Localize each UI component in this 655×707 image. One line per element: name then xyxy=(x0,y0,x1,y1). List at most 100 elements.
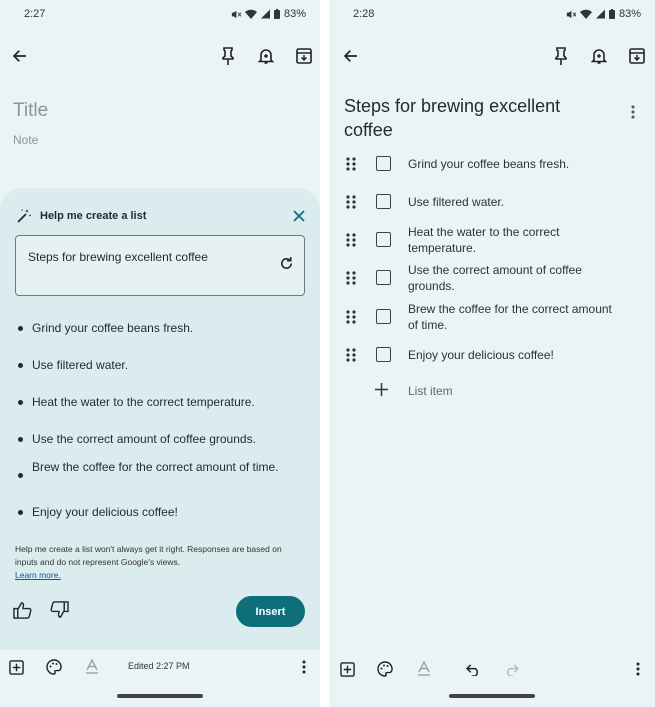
back-arrow-icon xyxy=(343,50,357,62)
item-text[interactable]: Heat the water to the correct temperatur… xyxy=(408,224,618,256)
drag-handle-icon[interactable] xyxy=(346,348,356,362)
pin-button[interactable] xyxy=(549,44,573,68)
battery-icon xyxy=(273,9,280,19)
edited-timestamp: Edited 2:27 PM xyxy=(128,661,190,671)
add-list-item-button[interactable] xyxy=(374,382,389,402)
drag-handle-icon[interactable] xyxy=(346,233,356,247)
note-title[interactable]: Steps for brewing excellent coffee xyxy=(344,94,594,142)
home-indicator[interactable] xyxy=(117,694,203,698)
suggestion-text: Grind your coffee beans fresh. xyxy=(32,321,194,335)
checkbox-icon[interactable] xyxy=(376,309,391,324)
suggestion-text: Heat the water to the correct temperatur… xyxy=(32,395,255,409)
close-panel-button[interactable] xyxy=(287,204,311,228)
reminder-button[interactable] xyxy=(254,44,278,68)
more-vert-icon xyxy=(636,662,640,676)
bullet xyxy=(18,473,23,478)
drag-handle-icon[interactable] xyxy=(346,310,356,324)
regenerate-button[interactable] xyxy=(279,256,294,276)
thumbs-down-icon xyxy=(50,601,69,618)
reminder-button[interactable] xyxy=(587,44,611,68)
pin-button[interactable] xyxy=(216,44,240,68)
bottom-toolbar: Edited 2:27 PM xyxy=(0,655,320,681)
item-text[interactable]: Brew the coffee for the correct amount o… xyxy=(408,301,618,333)
archive-button[interactable] xyxy=(625,44,649,68)
bullet xyxy=(18,437,23,442)
suggestion-text: Use the correct amount of coffee grounds… xyxy=(32,432,256,446)
top-app-bar xyxy=(0,44,320,72)
undo-button[interactable] xyxy=(461,657,485,681)
title-input[interactable]: Title xyxy=(13,100,48,122)
drag-handle-icon[interactable] xyxy=(346,157,356,171)
checkbox-icon[interactable] xyxy=(376,194,391,209)
home-indicator[interactable] xyxy=(449,694,535,698)
palette-icon xyxy=(46,659,62,675)
bullet xyxy=(18,326,23,331)
battery-level: 83% xyxy=(283,8,306,20)
signal-icon xyxy=(260,9,270,19)
redo-button[interactable] xyxy=(499,657,523,681)
sparkle-pen-icon xyxy=(17,209,32,223)
checkbox-icon[interactable] xyxy=(376,232,391,247)
text-format-icon xyxy=(418,661,430,676)
more-options-button[interactable] xyxy=(292,655,316,679)
drag-handle-icon[interactable] xyxy=(346,195,356,209)
undo-icon xyxy=(465,663,478,676)
text-format-icon xyxy=(86,659,98,674)
redo-icon xyxy=(506,663,519,676)
wifi-icon xyxy=(579,9,592,19)
wifi-icon xyxy=(244,9,257,19)
system-icons: 83% xyxy=(230,8,306,20)
archive-button[interactable] xyxy=(292,44,316,68)
status-bar: 2:27 83% xyxy=(0,8,320,24)
insert-button[interactable]: Insert xyxy=(236,596,305,627)
text-format-button[interactable] xyxy=(412,657,436,681)
add-box-icon xyxy=(339,661,355,677)
suggestion-text: Enjoy your delicious coffee! xyxy=(32,505,178,519)
text-format-button[interactable] xyxy=(80,655,104,679)
background-options-button[interactable] xyxy=(373,657,397,681)
panel-header: Help me create a list xyxy=(16,208,146,224)
help-me-create-list-panel: Help me create a list Steps for brewing … xyxy=(0,188,320,650)
disclaimer-text: Help me create a list won't always get i… xyxy=(15,544,282,567)
add-box-icon xyxy=(8,659,24,675)
right-screen: 2:28 83% Steps for brewing excellent cof… xyxy=(329,0,655,707)
thumbs-up-button[interactable] xyxy=(13,601,32,624)
back-button[interactable] xyxy=(339,44,363,68)
add-list-item-label[interactable]: List item xyxy=(408,384,453,398)
status-time: 2:27 xyxy=(24,8,46,20)
prompt-input[interactable]: Steps for brewing excellent coffee xyxy=(15,235,305,296)
close-icon xyxy=(293,210,305,222)
more-vert-icon xyxy=(302,660,306,674)
item-text[interactable]: Use filtered water. xyxy=(408,194,618,210)
battery-icon xyxy=(608,9,615,19)
bullet xyxy=(18,363,23,368)
thumbs-down-button[interactable] xyxy=(50,601,69,624)
note-input[interactable]: Note xyxy=(13,133,38,147)
suggestion-text: Use filtered water. xyxy=(32,358,129,372)
add-content-button[interactable] xyxy=(335,657,359,681)
drag-handle-icon[interactable] xyxy=(346,271,356,285)
add-content-button[interactable] xyxy=(4,655,28,679)
bullet xyxy=(18,400,23,405)
archive-icon xyxy=(296,48,312,64)
signal-icon xyxy=(595,9,605,19)
back-button[interactable] xyxy=(8,44,32,68)
checkbox-icon[interactable] xyxy=(376,156,391,171)
item-text[interactable]: Enjoy your delicious coffee! xyxy=(408,347,618,363)
more-options-button[interactable] xyxy=(626,657,650,681)
title-more-button[interactable] xyxy=(621,100,645,124)
bullet xyxy=(18,510,23,515)
checkbox-icon[interactable] xyxy=(376,270,391,285)
archive-icon xyxy=(629,48,645,64)
reminder-bell-icon xyxy=(591,49,607,64)
learn-more-link[interactable]: Learn more. xyxy=(15,570,61,580)
item-text[interactable]: Grind your coffee beans fresh. xyxy=(408,156,618,172)
checkbox-icon[interactable] xyxy=(376,347,391,362)
system-icons: 83% xyxy=(565,8,641,20)
pin-icon xyxy=(555,47,567,65)
battery-level: 83% xyxy=(618,8,641,20)
status-bar: 2:28 83% xyxy=(329,8,655,24)
bottom-toolbar xyxy=(329,655,655,681)
item-text[interactable]: Use the correct amount of coffee grounds… xyxy=(408,262,618,294)
background-options-button[interactable] xyxy=(42,655,66,679)
